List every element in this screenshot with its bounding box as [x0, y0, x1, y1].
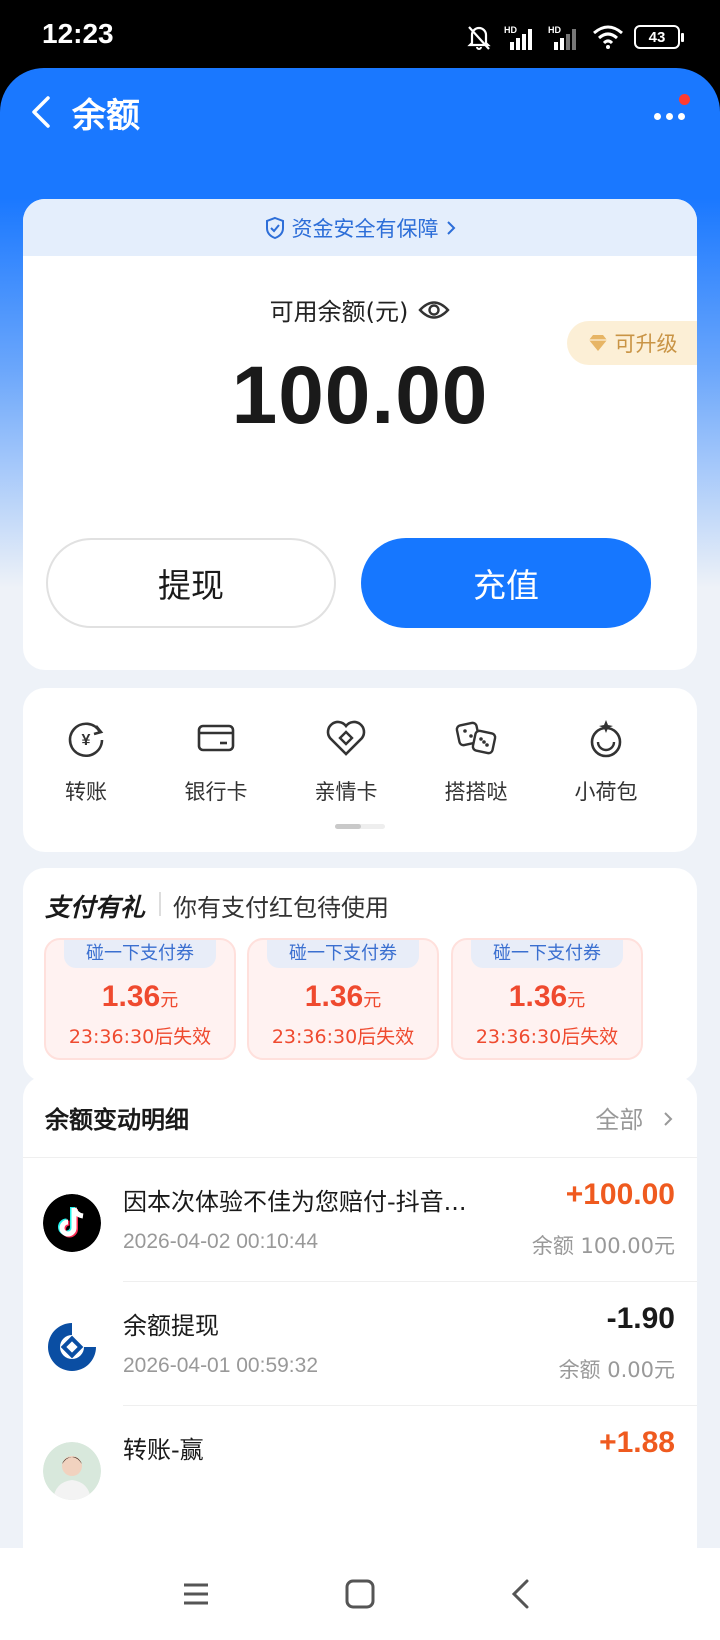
quick-label: 亲情卡 [314, 780, 378, 804]
withdraw-button[interactable]: 提现 [46, 538, 336, 628]
status-time: 12:23 [42, 18, 114, 49]
signal-icon-2: HD [548, 25, 576, 50]
page-title: 余额 [72, 96, 140, 136]
balance-page: 余额 资金安全有保障 可用余额(元) 可升级 100.00 提现 充值 ¥ 转账… [0, 68, 720, 1640]
details-header: 余额变动明细 全部 [23, 1076, 697, 1158]
coupon-tab: 碰一下支付券 [471, 940, 623, 968]
coupon-card[interactable]: 碰一下支付券 1.36元 23:36:30后失效 [44, 938, 236, 1060]
transaction-row[interactable]: 余额提现 2026-04-01 00:59:32 -1.90 余额 0.00元 [23, 1282, 697, 1406]
coupon-card[interactable]: 碰一下支付券 1.36元 23:36:30后失效 [451, 938, 643, 1060]
quick-label: 搭搭哒 [444, 780, 508, 804]
pager-indicator [335, 824, 385, 829]
quick-actions: ¥ 转账 银行卡 亲情卡 搭搭哒 小荷包 [23, 688, 697, 852]
svg-text:¥: ¥ [82, 732, 91, 749]
balance-label: 可用余额(元) [269, 298, 409, 326]
svg-text:HD: HD [504, 25, 517, 35]
eye-icon[interactable] [418, 299, 451, 321]
coupon-amount: 1.36元 [101, 980, 179, 1013]
coupon-amount: 1.36元 [304, 980, 382, 1013]
transaction-amount: +100.00 [565, 1178, 675, 1211]
transaction-time: 2026-04-01 00:59:32 [123, 1354, 318, 1377]
ccb-bank-logo-icon [43, 1318, 101, 1376]
wallet-pouch-icon [590, 720, 622, 758]
quick-item-small-wallet[interactable]: 小荷包 [543, 716, 669, 806]
coupon-tab: 碰一下支付券 [64, 940, 216, 968]
transaction-row[interactable]: 转账-赢 +1.88 [23, 1406, 697, 1530]
quick-label: 小荷包 [574, 780, 638, 804]
mute-bell-icon [467, 26, 491, 50]
promo-subtitle: 你有支付红包待使用 [173, 894, 389, 922]
transaction-amount: +1.88 [599, 1426, 675, 1459]
chevron-right-icon [446, 220, 455, 235]
douyin-logo-icon [43, 1194, 101, 1252]
quick-item-bank-card[interactable]: 银行卡 [153, 716, 279, 806]
payment-promo-card: 支付有礼 你有支付红包待使用 碰一下支付券 1.36元 23:36:30后失效 … [23, 868, 697, 1082]
quick-item-transfer[interactable]: ¥ 转账 [23, 716, 149, 806]
coupon-tab: 碰一下支付券 [267, 940, 419, 968]
promo-title: 支付有礼 [45, 893, 146, 922]
family-card-icon [326, 720, 366, 756]
quick-item-family-card[interactable]: 亲情卡 [283, 716, 409, 806]
shield-check-icon [265, 216, 284, 239]
details-title: 余额变动明细 [45, 1106, 189, 1134]
svg-text:HD: HD [548, 25, 561, 35]
transaction-title: 因本次体验不佳为您赔付-抖音... [123, 1188, 467, 1216]
bank-card-icon [197, 724, 235, 752]
more-dot-icon [654, 113, 661, 120]
back-triangle-icon[interactable] [502, 1574, 542, 1614]
coupon-card[interactable]: 碰一下支付券 1.36元 23:36:30后失效 [247, 938, 439, 1060]
transfer-icon: ¥ [68, 722, 104, 757]
pager-active [335, 824, 361, 829]
status-icons: HD HD 43 [464, 22, 684, 52]
security-banner[interactable]: 资金安全有保障 [23, 199, 697, 256]
dice-icon [455, 721, 497, 755]
wifi-icon [593, 25, 623, 49]
balance-card: 资金安全有保障 可用余额(元) 可升级 100.00 提现 充值 [23, 199, 697, 670]
system-nav-bar [0, 1548, 720, 1640]
balance-amount: 100.00 [231, 350, 489, 441]
transaction-title: 余额提现 [123, 1312, 219, 1340]
details-filter-all[interactable]: 全部 [595, 1100, 675, 1135]
avatar [43, 1442, 101, 1500]
transaction-row[interactable]: 因本次体验不佳为您赔付-抖音... 2026-04-02 00:10:44 +1… [23, 1158, 697, 1282]
signal-icon: HD [504, 25, 532, 50]
home-square-icon[interactable] [340, 1574, 380, 1614]
coupon-expire: 23:36:30后失效 [68, 1026, 212, 1048]
battery-indicator: 43 [634, 25, 684, 49]
back-arrow-icon[interactable] [22, 90, 66, 134]
coupon-expire: 23:36:30后失效 [271, 1026, 415, 1048]
quick-item-dadada[interactable]: 搭搭哒 [413, 716, 539, 806]
filter-label: 全部 [595, 1106, 644, 1134]
quick-label: 银行卡 [184, 780, 248, 804]
more-dot-icon [678, 113, 685, 120]
more-options-button[interactable] [646, 94, 696, 134]
transaction-balance: 余额 0.00元 [558, 1358, 675, 1382]
coupon-expire: 23:36:30后失效 [475, 1026, 619, 1048]
status-bar: 12:23 HD HD 43 [0, 0, 720, 76]
notification-dot [679, 94, 690, 105]
transaction-time: 2026-04-02 00:10:44 [123, 1230, 318, 1253]
recharge-button[interactable]: 充值 [361, 538, 651, 628]
quick-label: 转账 [65, 780, 107, 804]
header: 余额 [0, 68, 720, 158]
transaction-amount: -1.90 [606, 1302, 675, 1335]
transaction-balance: 余额 100.00元 [531, 1234, 675, 1258]
more-dot-icon [666, 113, 673, 120]
security-text: 资金安全有保障 [291, 216, 439, 241]
coupon-amount: 1.36元 [508, 980, 586, 1013]
chevron-right-icon [664, 1112, 673, 1126]
promo-divider [159, 892, 161, 916]
transaction-title: 转账-赢 [123, 1436, 204, 1464]
menu-icon[interactable] [176, 1574, 216, 1614]
